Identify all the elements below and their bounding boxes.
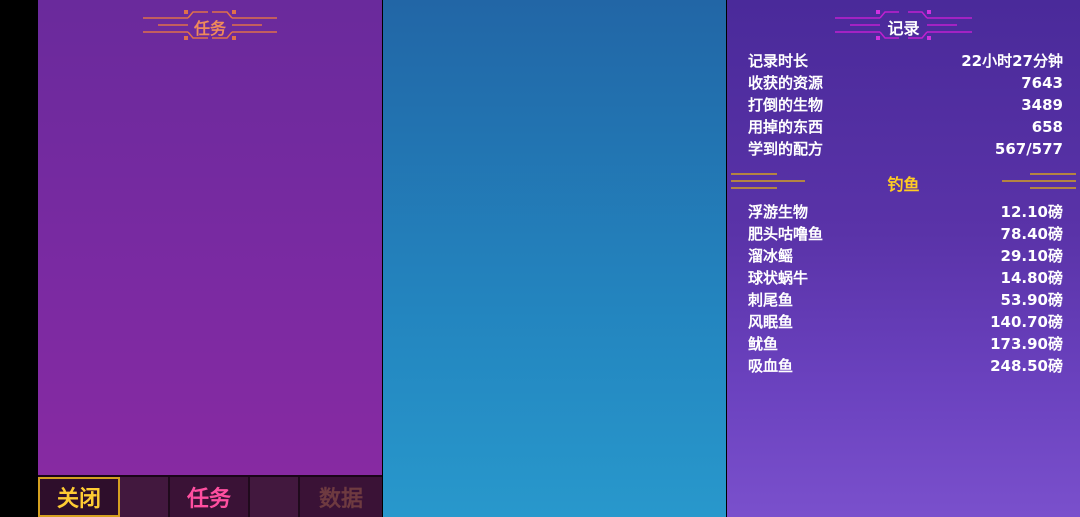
fish-weight: 53.90磅 — [1000, 291, 1063, 309]
fishing-records-list: 浮游生物 12.10磅 肥头咕噜鱼 78.40磅 溜冰鳐 29.10磅 球状蜗牛… — [748, 201, 1063, 377]
fish-name: 刺尾鱼 — [748, 291, 794, 309]
stat-row-resources: 收获的资源 7643 — [748, 72, 1063, 94]
fish-row: 溜冰鳐 29.10磅 — [748, 245, 1063, 267]
tab-spacer — [250, 477, 300, 517]
stat-value: 22小时27分钟 — [961, 52, 1063, 70]
fish-name: 风眠鱼 — [748, 313, 794, 331]
tab-tasks[interactable]: 任务 — [170, 477, 250, 517]
fish-name: 鱿鱼 — [748, 335, 779, 353]
stat-row-time: 记录时长 22小时27分钟 — [748, 50, 1063, 72]
fish-row: 风眠鱼 140.70磅 — [748, 311, 1063, 333]
fish-row: 刺尾鱼 53.90磅 — [748, 289, 1063, 311]
close-button[interactable]: 关闭 — [38, 477, 120, 517]
tab-data[interactable]: 数据 — [300, 477, 382, 517]
fish-row: 浮游生物 12.10磅 — [748, 201, 1063, 223]
fish-weight: 29.10磅 — [1000, 247, 1063, 265]
fish-name: 肥头咕噜鱼 — [748, 225, 824, 243]
stat-label: 打倒的生物 — [748, 96, 824, 114]
fish-row: 球状蜗牛 14.80磅 — [748, 267, 1063, 289]
bottom-tab-bar: 关闭 任务 数据 — [38, 475, 382, 517]
fish-name: 浮游生物 — [748, 203, 809, 221]
center-panel — [383, 0, 726, 517]
stat-value: 3489 — [1021, 96, 1063, 114]
stat-row-items-used: 用掉的东西 658 — [748, 116, 1063, 138]
stat-row-recipes: 学到的配方 567/577 — [748, 138, 1063, 160]
tab-spacer — [120, 477, 170, 517]
fish-weight: 140.70磅 — [990, 313, 1063, 331]
fish-weight: 14.80磅 — [1000, 269, 1063, 287]
fish-row: 鱿鱼 173.90磅 — [748, 333, 1063, 355]
stat-value: 658 — [1031, 118, 1063, 136]
fish-row: 肥头咕噜鱼 78.40磅 — [748, 223, 1063, 245]
stat-value: 567/577 — [994, 140, 1063, 158]
stat-label: 学到的配方 — [748, 140, 824, 158]
records-stats-list: 记录时长 22小时27分钟 收获的资源 7643 打倒的生物 3489 用掉的东… — [748, 50, 1063, 160]
fishing-section-title: 钓鱼 — [887, 175, 920, 194]
fish-weight: 78.40磅 — [1000, 225, 1063, 243]
fish-name: 球状蜗牛 — [748, 269, 809, 287]
fish-name: 溜冰鳐 — [748, 247, 794, 265]
fish-row: 吸血鱼 248.50磅 — [748, 355, 1063, 377]
stat-label: 用掉的东西 — [748, 118, 824, 136]
stat-value: 7643 — [1021, 74, 1063, 92]
fishing-section-header: 钓鱼 — [727, 168, 1080, 194]
stat-label: 收获的资源 — [748, 74, 824, 92]
records-panel-header: 记录 — [727, 6, 1080, 44]
fish-weight: 248.50磅 — [990, 357, 1063, 375]
records-panel-title: 记录 — [887, 19, 920, 38]
fish-weight: 173.90磅 — [990, 335, 1063, 353]
stat-row-creatures: 打倒的生物 3489 — [748, 94, 1063, 116]
stat-label: 记录时长 — [748, 52, 809, 70]
tasks-panel-header: 任务 — [38, 6, 382, 44]
fish-weight: 12.10磅 — [1000, 203, 1063, 221]
tasks-panel: 任务 关闭 任务 数据 — [38, 0, 382, 517]
fish-name: 吸血鱼 — [748, 357, 794, 375]
records-panel: 记录 记录时长 22小时27分钟 收获的资源 7643 打倒的生物 3489 用… — [727, 0, 1080, 517]
tasks-panel-title: 任务 — [193, 19, 226, 38]
